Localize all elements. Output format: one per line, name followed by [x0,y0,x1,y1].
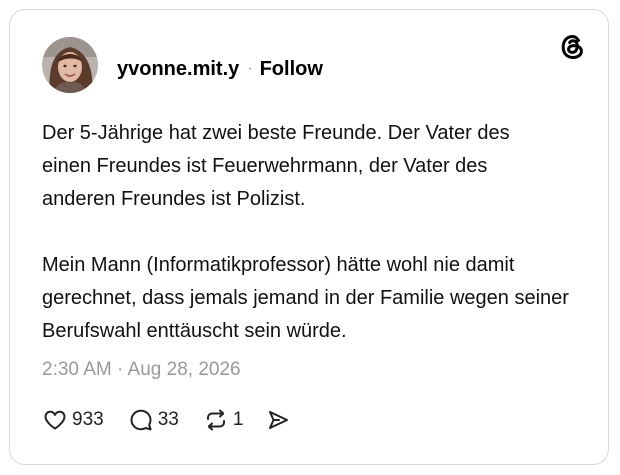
header-separator: · [247,60,253,77]
speech-bubble-icon [130,409,152,431]
share-button[interactable] [265,407,291,433]
post-paragraph: Mein Mann (Informatikprofessor) hätte wo… [42,254,569,342]
action-bar: 933 33 1 [42,406,291,434]
reply-button[interactable]: 33 [128,407,179,433]
repost-count: 1 [232,409,244,430]
threads-logo-icon[interactable] [558,32,588,62]
follow-button[interactable]: Follow [260,58,323,81]
send-arrow-icon [269,411,289,429]
heart-icon [44,410,66,430]
post-card: yvonne.mit.y · Follow Der 5-Jährige hat … [9,9,609,465]
post-header: yvonne.mit.y · Follow [117,55,323,83]
repost-button[interactable]: 1 [203,407,244,433]
avatar-image [42,37,98,93]
username-link[interactable]: yvonne.mit.y [117,58,239,81]
post-timestamp[interactable]: 2:30 AM · Aug 28, 2026 [42,359,241,381]
reply-count: 33 [157,409,179,430]
avatar[interactable] [42,37,98,93]
like-count: 933 [72,409,104,430]
post-body: Der 5-Jährige hat zwei beste Freunde. De… [42,117,587,348]
repost-arrows-icon [206,409,225,431]
like-button[interactable]: 933 [42,407,104,433]
post-paragraph: Der 5-Jährige hat zwei beste Freunde. De… [42,122,510,210]
